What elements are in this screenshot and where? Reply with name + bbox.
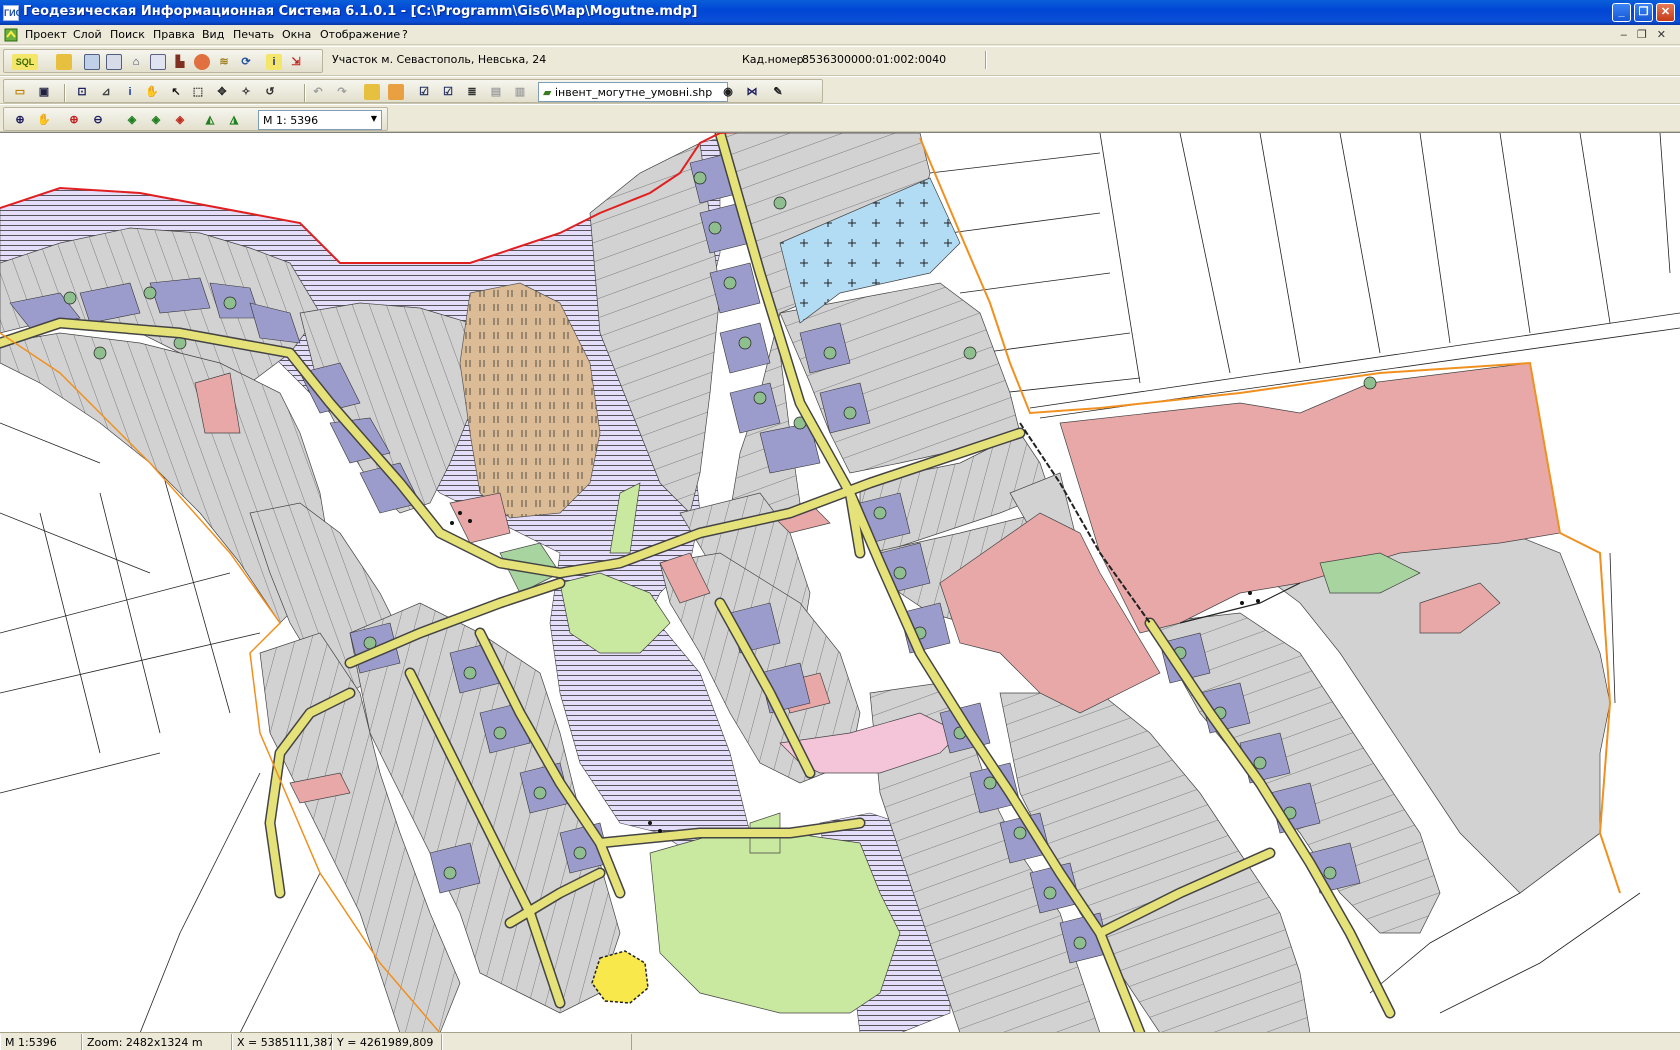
paste-icon[interactable]: ▥ <box>512 84 528 100</box>
menu-print[interactable]: Печать <box>233 28 274 41</box>
zoom-extent-icon[interactable]: ⊕ <box>12 112 28 128</box>
layer-green-icon[interactable]: ◈ <box>124 112 140 128</box>
redo-icon[interactable]: ↷ <box>334 84 350 100</box>
layer-edit-icon[interactable]: ◈ <box>148 112 164 128</box>
open-folder-icon[interactable]: ▭ <box>12 84 28 100</box>
save-icon[interactable]: ▣ <box>36 84 52 100</box>
toolbar-group-zoom: ⊕ ✋ ⊕ ⊖ ◈ ◈ ◈ ◭ ◮ M 1: 5396 ▼ <box>3 107 388 131</box>
status-scale: M 1:5396 <box>0 1034 82 1050</box>
map-canvas[interactable] <box>0 132 1680 1032</box>
menu-bar: Проект Слой Поиск Правка Вид Печать Окна… <box>0 25 1680 45</box>
layer-selector[interactable]: ▰ інвент_могутне_умовні.shp <box>538 82 728 102</box>
layer-down-icon[interactable]: ◮ <box>226 112 242 128</box>
rectangle-select-icon[interactable]: ⬚ <box>190 84 206 100</box>
menu-edit[interactable]: Правка <box>153 28 195 41</box>
title-bar[interactable]: ГИС Геодезическая Информационная Система… <box>0 0 1680 25</box>
select-arrow-icon[interactable]: ↖ <box>168 84 184 100</box>
mdi-window-controls[interactable]: –❐✕ <box>1621 28 1676 41</box>
yellow-plot <box>591 950 649 1004</box>
toolbar-separator <box>304 84 306 102</box>
palette-icon[interactable] <box>194 54 210 70</box>
copy-icon[interactable]: ▤ <box>488 84 504 100</box>
cadastral-number: 8536300000:01:002:0040 <box>802 53 947 66</box>
check-icon[interactable]: ☑ <box>440 84 456 100</box>
layer-icon: ▰ <box>543 86 555 99</box>
info-icon[interactable]: i <box>266 54 282 70</box>
maximize-icon: ❐ <box>1638 6 1649 18</box>
home-icon[interactable]: ⌂ <box>128 54 144 70</box>
menu-layer[interactable]: Слой <box>73 28 102 41</box>
building-icon[interactable]: ▙ <box>172 54 188 70</box>
zoom-window-icon[interactable]: ⊡ <box>74 84 90 100</box>
menu-help[interactable]: ? <box>402 28 408 41</box>
export-layer-icon[interactable] <box>388 84 404 100</box>
status-zoom: Zoom: 2482x1324 m <box>82 1034 232 1050</box>
node-move-icon[interactable]: ✧ <box>238 84 254 100</box>
export-icon[interactable]: ⇲ <box>288 54 304 70</box>
draw-curve-icon[interactable]: ↺ <box>262 84 278 100</box>
status-x-coordinate: X = 5385111,387 <box>232 1034 334 1050</box>
toolbar-group-main: SQL ⌂ ▙ ≋ ⟳ i ⇲ <box>3 49 323 73</box>
cadastral-label: Кад.номер <box>742 53 804 66</box>
minimize-icon: _ <box>1618 6 1625 18</box>
vertex-edit-icon[interactable]: ✥ <box>214 84 230 100</box>
zoom-in-icon[interactable]: ⊕ <box>66 112 82 128</box>
cadastral-map[interactable] <box>0 133 1680 1032</box>
status-empty <box>442 1034 632 1050</box>
close-icon: ✕ <box>1660 6 1671 18</box>
parcel-address-field: Участок м. Севастополь, Невська, 24 <box>328 50 728 70</box>
layer-name: інвент_могутне_умовні.shp <box>554 86 713 99</box>
scale-combobox[interactable]: M 1: 5396 ▼ <box>258 110 382 130</box>
dropdown-arrow-icon: ▼ <box>370 114 377 123</box>
menu-windows[interactable]: Окна <box>282 28 311 41</box>
menu-project[interactable]: Проект <box>25 28 67 41</box>
menu-search[interactable]: Поиск <box>110 28 145 41</box>
toolbar-separator <box>985 51 987 69</box>
menu-display[interactable]: Отображение <box>320 28 400 41</box>
toolbar-group-layer: ▭ ▣ ⊡ ⊿ i ✋ ↖ ⬚ ✥ ✧ ↺ ↶ ↷ ☑ ☑ ≣ ▤ ▥ ▰ ін… <box>3 79 823 103</box>
status-bar: M 1:5396 Zoom: 2482x1324 m X = 5385111,3… <box>0 1032 1680 1050</box>
pan-hand-icon[interactable]: ✋ <box>144 84 160 100</box>
undo-icon[interactable]: ↶ <box>310 84 326 100</box>
toolbar-zoom: ⊕ ✋ ⊕ ⊖ ◈ ◈ ◈ ◭ ◮ M 1: 5396 ▼ <box>0 104 1680 132</box>
info-point-icon[interactable]: i <box>122 84 138 100</box>
layer-delete-icon[interactable]: ◈ <box>172 112 188 128</box>
menu-view[interactable]: Вид <box>202 28 224 41</box>
toolbar-main: SQL ⌂ ▙ ≋ ⟳ i ⇲ Участок м. Севастополь, … <box>0 46 1680 76</box>
import-layer-icon[interactable] <box>364 84 380 100</box>
sql-query-icon[interactable]: SQL <box>12 54 38 70</box>
pencil-edit-icon[interactable]: ✎ <box>770 84 786 100</box>
register-icon[interactable] <box>150 54 166 70</box>
status-y-coordinate: Y = 4261989,809 <box>332 1034 442 1050</box>
transform-icon[interactable]: ⟳ <box>238 54 254 70</box>
maximize-button[interactable]: ❐ <box>1634 3 1653 22</box>
gis-app-icon[interactable]: ГИС <box>3 5 22 21</box>
close-button[interactable]: ✕ <box>1656 3 1675 22</box>
measure-icon[interactable]: ⊿ <box>98 84 114 100</box>
visibility-eye-icon[interactable]: ◉ <box>720 84 736 100</box>
database-icon[interactable] <box>56 54 72 70</box>
layer-up-icon[interactable]: ◭ <box>202 112 218 128</box>
table-icon[interactable] <box>106 54 122 70</box>
document-icon[interactable] <box>3 27 19 43</box>
snap-icon[interactable]: ⋈ <box>744 84 760 100</box>
report-icon[interactable]: ≣ <box>464 84 480 100</box>
scale-value: M 1: 5396 <box>263 114 319 127</box>
toolbar-layer: ▭ ▣ ⊡ ⊿ i ✋ ↖ ⬚ ✥ ✧ ↺ ↶ ↷ ☑ ☑ ≣ ▤ ▥ ▰ ін… <box>0 76 1680 104</box>
checklist-icon[interactable]: ☑ <box>416 84 432 100</box>
zoom-out-icon[interactable]: ⊖ <box>90 112 106 128</box>
window-title: Геодезическая Информационная Система 6.1… <box>23 4 698 19</box>
layers-list-icon[interactable] <box>84 54 100 70</box>
toolbar-separator <box>64 84 66 102</box>
stack-icon[interactable]: ≋ <box>216 54 232 70</box>
application-window: ГИС Геодезическая Информационная Система… <box>0 0 1680 1050</box>
minimize-button[interactable]: _ <box>1612 3 1631 22</box>
pan-zoom-icon[interactable]: ✋ <box>36 112 52 128</box>
